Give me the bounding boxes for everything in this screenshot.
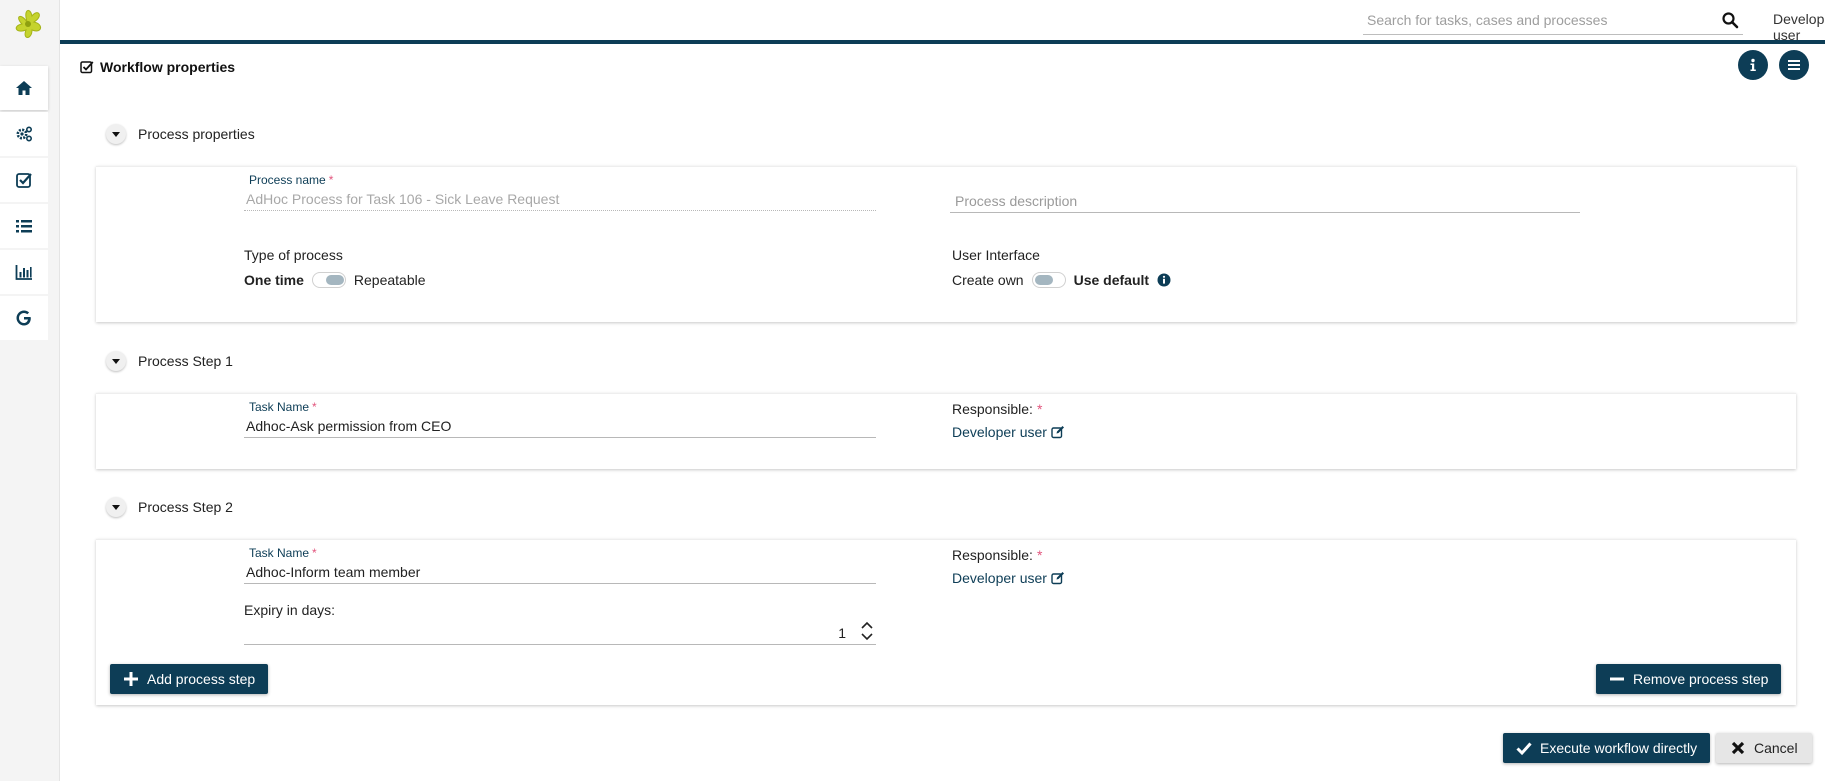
caret-down-icon [112, 132, 120, 137]
hamburger-icon [1788, 60, 1800, 70]
responsible-user-name[interactable]: Developer user [952, 424, 1047, 440]
task-name-input[interactable]: Adhoc-Inform team member [244, 560, 876, 584]
sidebar-item-processes[interactable] [0, 112, 48, 156]
remove-process-step-label: Remove process step [1633, 671, 1769, 687]
process-properties-panel: Process name * AdHoc Process for Task 106… [96, 166, 1796, 322]
task-name-label: Task Name * [249, 546, 317, 560]
section-header-process-properties[interactable]: Process properties [106, 124, 255, 144]
check-icon [1516, 742, 1532, 756]
expiry-days-input[interactable]: 1 [244, 621, 876, 645]
type-of-process-toggle[interactable] [311, 272, 346, 288]
process-name-label: Process name * [249, 173, 334, 187]
expiry-label: Expiry in days: [244, 602, 336, 618]
section-header-step-1[interactable]: Process Step 1 [106, 351, 233, 371]
collapse-toggle[interactable] [106, 497, 126, 517]
caret-down-icon [112, 359, 120, 364]
edit-icon[interactable] [1051, 571, 1065, 585]
app-logo[interactable] [8, 4, 48, 44]
info-circle-icon[interactable] [1157, 273, 1171, 287]
plus-icon [124, 672, 138, 686]
check-square-icon [16, 173, 32, 188]
process-step-1-panel: Task Name * Adhoc-Ask permission from CEO… [96, 393, 1796, 469]
responsible-user-link[interactable]: Developer user [952, 570, 1065, 586]
task-name-field: Task Name * Adhoc-Inform team member [244, 546, 876, 584]
collapse-toggle[interactable] [106, 351, 126, 371]
process-name-input: AdHoc Process for Task 106 - Sick Leave … [244, 187, 876, 211]
section-header-step-2[interactable]: Process Step 2 [106, 497, 233, 517]
global-search [1363, 8, 1743, 35]
option-repeatable: Repeatable [353, 272, 426, 288]
user-interface-label: User Interface [952, 247, 1040, 263]
user-menu[interactable]: Developer user [1773, 11, 1825, 43]
home-icon [16, 81, 32, 95]
task-name-field: Task Name * Adhoc-Ask permission from CEO [244, 400, 876, 438]
number-spinner-icon[interactable] [860, 620, 874, 642]
responsible-label: Responsible: * [952, 547, 1043, 563]
top-bar: Developer user [60, 0, 1825, 44]
section-title: Process Step 2 [138, 499, 233, 515]
option-one-time: One time [244, 272, 304, 288]
left-sidebar [0, 0, 60, 781]
list-icon [16, 220, 32, 233]
leaf-logo-icon [15, 9, 41, 38]
info-button[interactable] [1738, 50, 1768, 80]
execute-workflow-label: Execute workflow directly [1540, 740, 1698, 756]
edit-icon[interactable] [1051, 425, 1065, 439]
menu-button[interactable] [1779, 50, 1809, 80]
responsible-label: Responsible: * [952, 401, 1043, 417]
user-interface-toggle[interactable] [1031, 272, 1066, 288]
search-input[interactable] [1363, 8, 1703, 32]
type-of-process-switch-row: One time Repeatable [244, 272, 426, 288]
check-square-icon [80, 61, 94, 74]
sidebar-item-tasks[interactable] [0, 158, 48, 202]
close-icon [1731, 741, 1745, 755]
task-name-label: Task Name * [249, 400, 317, 414]
cancel-label: Cancel [1754, 740, 1798, 756]
process-description-input[interactable]: Process description [950, 189, 1580, 213]
bar-chart-icon [15, 265, 32, 280]
cogs-icon [16, 126, 33, 142]
remove-process-step-button[interactable]: Remove process step [1596, 664, 1782, 694]
info-icon [1750, 58, 1756, 71]
caret-down-icon [112, 505, 120, 510]
collapse-toggle[interactable] [106, 124, 126, 144]
sidebar-item-cases[interactable] [0, 204, 48, 248]
option-use-default: Use default [1073, 272, 1150, 288]
option-create-own: Create own [952, 272, 1024, 288]
minus-icon [1610, 677, 1624, 681]
section-title: Process properties [138, 126, 255, 142]
type-of-process-label: Type of process [244, 247, 343, 263]
sidebar-item-google[interactable] [0, 296, 48, 340]
execute-workflow-button[interactable]: Execute workflow directly [1503, 733, 1711, 763]
responsible-user-name[interactable]: Developer user [952, 570, 1047, 586]
process-name-field: Process name * AdHoc Process for Task 106… [244, 173, 876, 211]
cancel-button[interactable]: Cancel [1716, 733, 1812, 763]
sidebar-item-statistics[interactable] [0, 250, 48, 294]
sidebar-item-home[interactable] [0, 66, 48, 110]
user-interface-switch-row: Create own Use default [952, 272, 1171, 288]
expiry-days-value: 1 [838, 625, 846, 641]
search-icon[interactable] [1721, 11, 1739, 29]
process-description-field: Process description [950, 189, 1580, 213]
page-title: Workflow properties [80, 59, 235, 75]
responsible-user-link[interactable]: Developer user [952, 424, 1065, 440]
task-name-input[interactable]: Adhoc-Ask permission from CEO [244, 414, 876, 438]
add-process-step-label: Add process step [147, 671, 256, 687]
section-title: Process Step 1 [138, 353, 233, 369]
page-title-text: Workflow properties [100, 59, 236, 75]
google-icon [16, 310, 31, 326]
add-process-step-button[interactable]: Add process step [110, 664, 269, 694]
